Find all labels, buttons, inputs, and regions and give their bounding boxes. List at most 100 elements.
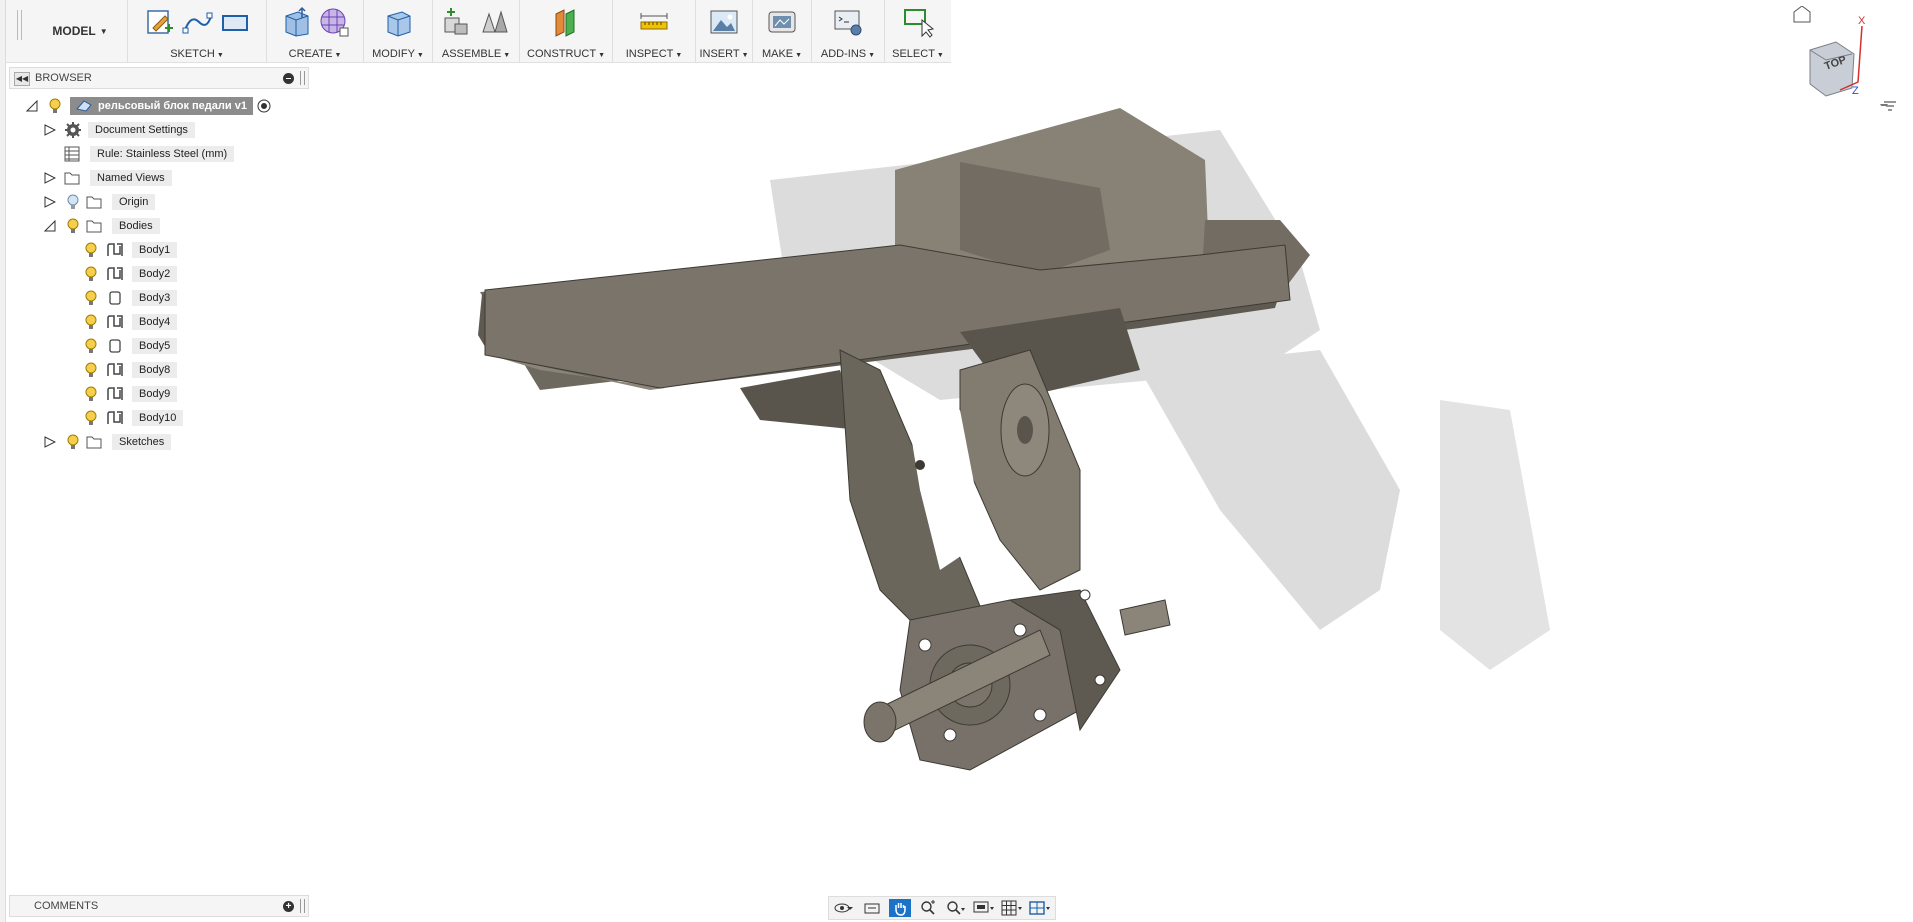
lightbulb-icon[interactable]: [84, 386, 98, 402]
lightbulb-icon[interactable]: [84, 410, 98, 426]
expanded-triangle-icon[interactable]: [44, 220, 56, 232]
viewports-button[interactable]: [1029, 899, 1051, 917]
addins-menu[interactable]: ADD-INS ▼: [812, 48, 884, 60]
body-item[interactable]: Body8: [84, 360, 178, 380]
zoom-window-button[interactable]: [945, 899, 967, 917]
browser-title: BROWSER: [35, 72, 92, 84]
3d-print-icon[interactable]: [766, 6, 798, 38]
body-label: Body2: [132, 266, 178, 282]
press-pull-icon[interactable]: [382, 6, 414, 38]
body-item[interactable]: Body5: [84, 336, 178, 356]
inspect-menu[interactable]: INSPECT ▼: [613, 48, 695, 60]
offset-plane-icon[interactable]: [550, 6, 582, 38]
rectangle-icon[interactable]: [219, 6, 251, 38]
tree-item-named-views[interactable]: Named Views: [44, 168, 172, 188]
body-label: Body3: [132, 290, 178, 306]
browser-minimize-icon[interactable]: –: [283, 73, 294, 84]
document-settings-label: Document Settings: [88, 122, 195, 138]
panel-grip[interactable]: [300, 899, 305, 913]
display-menu-icon[interactable]: [1882, 100, 1898, 114]
root-component[interactable]: рельсовый блок педали v1: [70, 97, 253, 115]
construct-menu[interactable]: CONSTRUCT ▼: [520, 48, 612, 60]
form-icon[interactable]: [318, 6, 350, 38]
zoom-button[interactable]: [917, 899, 939, 917]
tree-item-bodies[interactable]: Bodies: [44, 216, 160, 236]
new-component-icon[interactable]: [441, 6, 473, 38]
panel-grip[interactable]: [300, 71, 305, 85]
body-item[interactable]: Body2: [84, 264, 178, 284]
orbit-icon: [834, 903, 853, 913]
browser-header: ◀◀ BROWSER –: [9, 67, 309, 89]
sketch-menu[interactable]: SKETCH ▼: [128, 48, 266, 60]
lightbulb-icon[interactable]: [84, 266, 98, 282]
body-item[interactable]: Body10: [84, 408, 184, 428]
modify-menu[interactable]: MODIFY ▼: [364, 48, 432, 60]
pan-hand-icon: [895, 903, 906, 916]
look-at-icon: [864, 903, 880, 914]
activate-radio-icon[interactable]: [257, 99, 271, 113]
axis-x-label: X: [1858, 15, 1866, 27]
assemble-menu[interactable]: ASSEMBLE ▼: [433, 48, 519, 60]
folder-icon: [86, 196, 102, 209]
lightbulb-icon[interactable]: [84, 314, 98, 330]
collapsed-triangle-icon[interactable]: [44, 124, 56, 136]
measure-icon[interactable]: [638, 6, 670, 38]
construct-group: CONSTRUCT ▼: [519, 0, 612, 62]
look-at-button[interactable]: [861, 899, 883, 917]
collapsed-triangle-icon[interactable]: [44, 436, 56, 448]
select-menu[interactable]: SELECT ▼: [885, 48, 951, 60]
select-icon[interactable]: [902, 6, 934, 38]
expanded-triangle-icon[interactable]: [26, 100, 38, 112]
line-icon[interactable]: [181, 6, 213, 38]
addins-group: ADD-INS ▼: [811, 0, 884, 62]
tree-root[interactable]: рельсовый блок педали v1: [26, 96, 271, 116]
comments-title: COMMENTS: [34, 900, 99, 912]
lightbulb-icon[interactable]: [84, 362, 98, 378]
folder-icon: [86, 220, 102, 233]
body-item[interactable]: Body9: [84, 384, 178, 404]
lightbulb-icon[interactable]: [66, 434, 80, 450]
view-cube[interactable]: TOP X Z: [1780, 6, 1900, 106]
lightbulb-icon[interactable]: [84, 338, 98, 354]
lightbulb-off-icon[interactable]: [66, 194, 80, 210]
body-item[interactable]: Body1: [84, 240, 178, 260]
extrude-icon[interactable]: [280, 6, 312, 38]
grid-settings-button[interactable]: [1001, 899, 1023, 917]
axis-z-label: Z: [1852, 85, 1859, 97]
toolbar-grip[interactable]: [17, 10, 22, 40]
add-comment-icon[interactable]: +: [283, 901, 294, 912]
tree-item-sketches[interactable]: Sketches: [44, 432, 172, 452]
tree-item-rule[interactable]: Rule: Stainless Steel (mm): [64, 144, 235, 164]
insert-menu[interactable]: INSERT ▼: [696, 48, 752, 60]
insert-image-icon[interactable]: [708, 6, 740, 38]
lightbulb-icon[interactable]: [84, 290, 98, 306]
lightbulb-icon[interactable]: [84, 242, 98, 258]
make-menu[interactable]: MAKE ▼: [753, 48, 811, 60]
collapse-browser-icon[interactable]: ◀◀: [14, 72, 30, 86]
canvas-viewport[interactable]: [320, 70, 1880, 890]
tree-item-document-settings[interactable]: Document Settings: [44, 120, 195, 140]
collapsed-triangle-icon[interactable]: [44, 172, 56, 184]
collapsed-triangle-icon[interactable]: [44, 196, 56, 208]
orbit-button[interactable]: [833, 899, 855, 917]
rule-table-icon: [64, 146, 80, 162]
body-item[interactable]: Body3: [84, 288, 178, 308]
root-label: рельсовый блок педали v1: [98, 100, 247, 112]
lightbulb-icon[interactable]: [66, 218, 80, 234]
scripts-icon[interactable]: [832, 6, 864, 38]
joint-icon[interactable]: [479, 6, 511, 38]
insert-group: INSERT ▼: [695, 0, 752, 62]
home-icon[interactable]: [1793, 6, 1811, 23]
pan-button[interactable]: [889, 899, 911, 917]
navigation-bar: [828, 896, 1056, 920]
tree-item-origin[interactable]: Origin: [44, 192, 156, 212]
create-menu[interactable]: CREATE ▼: [267, 48, 363, 60]
origin-label: Origin: [112, 194, 156, 210]
workspace-switcher[interactable]: MODEL ▼: [36, 0, 124, 62]
lightbulb-icon[interactable]: [48, 98, 62, 114]
body-item[interactable]: Body4: [84, 312, 178, 332]
create-sketch-icon[interactable]: [143, 6, 175, 38]
body-label: Body10: [132, 410, 184, 426]
sheet-body-icon: [107, 315, 123, 328]
display-settings-button[interactable]: [973, 899, 995, 917]
